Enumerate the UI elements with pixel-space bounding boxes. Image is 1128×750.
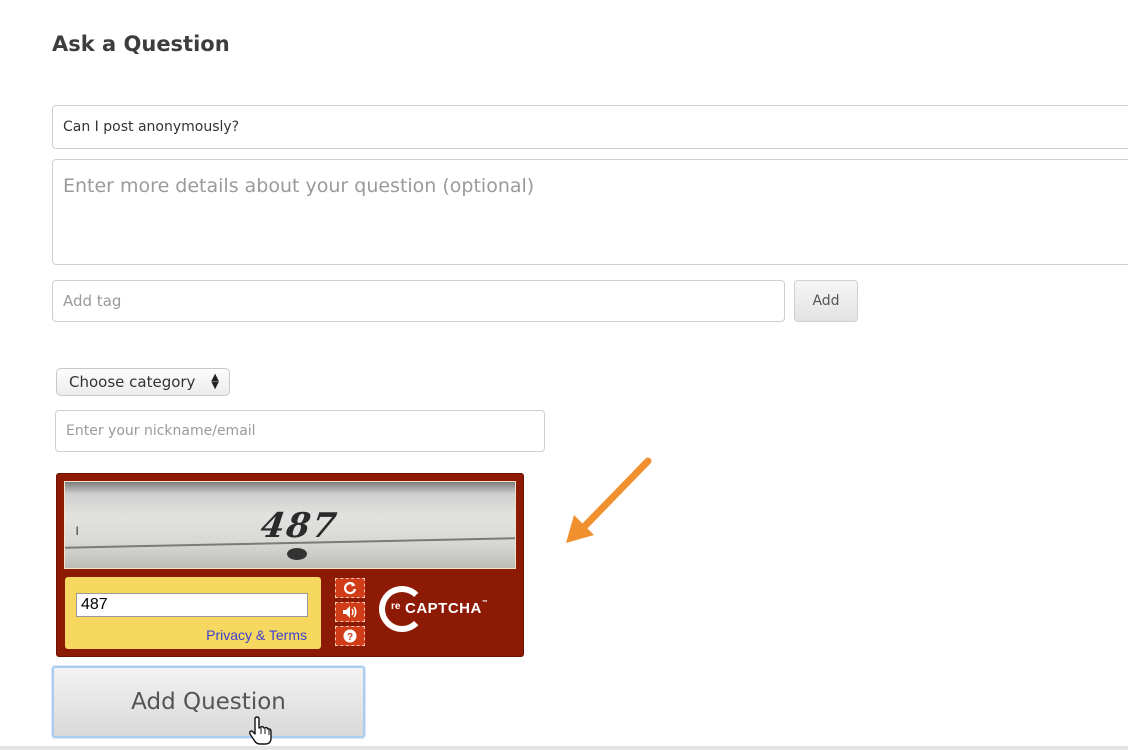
category-select-label: Choose category [69, 373, 196, 391]
help-icon: ? [343, 629, 357, 643]
question-title-input[interactable] [52, 105, 1128, 149]
tag-input[interactable] [52, 280, 785, 322]
hand-cursor-icon [249, 716, 272, 745]
captcha-answer-input[interactable] [76, 593, 308, 617]
add-question-button[interactable]: Add Question [52, 666, 365, 738]
recaptcha-widget: ı 487 Privacy & Terms ? re CAPTCHA™ [56, 473, 524, 657]
svg-text:?: ? [347, 632, 353, 643]
category-select[interactable]: Choose category ▲ ▼ [56, 368, 230, 396]
nickname-email-input[interactable] [55, 410, 545, 452]
bottom-divider [0, 746, 1128, 750]
select-arrows-icon: ▲ ▼ [211, 372, 219, 391]
privacy-terms-link[interactable]: Privacy & Terms [206, 627, 307, 643]
audio-icon [343, 606, 357, 618]
recaptcha-logo: re CAPTCHA™ [375, 582, 488, 644]
recaptcha-logo-word: CAPTCHA [405, 600, 482, 617]
refresh-icon [343, 582, 357, 595]
captcha-answer-box: Privacy & Terms [65, 577, 321, 649]
captcha-audio-button[interactable] [335, 602, 365, 622]
page-title: Ask a Question [52, 32, 230, 56]
captcha-challenge-image: ı 487 [64, 481, 516, 569]
captcha-help-button[interactable]: ? [335, 626, 365, 646]
add-tag-button[interactable]: Add [794, 280, 858, 322]
recaptcha-logo-tm: ™ [481, 600, 489, 606]
recaptcha-logo-text: CAPTCHA™ [405, 600, 488, 617]
captcha-noise-dot [287, 548, 307, 560]
captcha-challenge-text: 487 [258, 506, 341, 546]
arrow-pointer-icon [566, 457, 652, 543]
question-details-textarea[interactable] [52, 159, 1128, 265]
recaptcha-logo-prefix: re [391, 601, 401, 612]
captcha-noise-mark: ı [75, 522, 80, 539]
captcha-refresh-button[interactable] [335, 578, 365, 598]
